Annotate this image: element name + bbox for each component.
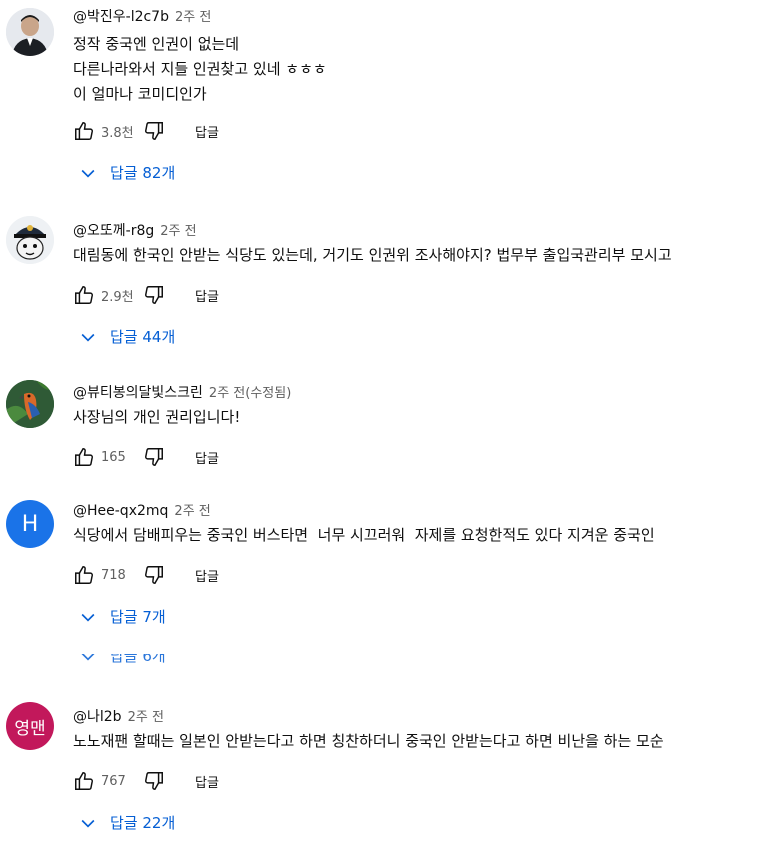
view-replies-button[interactable]: 답글 44개 <box>78 326 175 347</box>
comment-time[interactable]: 2주 전(수정됨) <box>209 386 291 401</box>
person-photo-icon <box>6 8 54 56</box>
chevron-down-icon <box>81 613 95 622</box>
author-line: @오또께-r8g 2주 전 <box>73 220 197 240</box>
reply-button[interactable]: 답글 <box>195 286 219 305</box>
like-count: 165 <box>101 449 126 465</box>
like-icon[interactable] <box>73 446 95 468</box>
comment-text: 정작 중국엔 인권이 없는데 다른나라와서 지들 인권찾고 있네 ㅎㅎㅎ 이 얼… <box>73 35 327 103</box>
comment-actions: 165 답글 <box>73 445 219 469</box>
reply-button[interactable]: 답글 <box>195 772 219 791</box>
dislike-icon[interactable] <box>143 284 165 306</box>
author-line: @Hee-qx2mq 2주 전 <box>73 500 211 519</box>
replies-label: 답글 22개 <box>110 814 176 832</box>
dislike-icon[interactable] <box>143 564 165 586</box>
like-icon[interactable] <box>73 770 95 792</box>
avatar[interactable] <box>6 380 54 428</box>
chevron-down-icon <box>81 819 95 828</box>
avatar[interactable]: 영맨 <box>6 702 54 750</box>
view-replies-button[interactable]: 답글 22개 <box>78 812 175 833</box>
author-line: @나l2b 2주 전 <box>73 706 164 726</box>
like-count: 767 <box>101 773 126 789</box>
like-icon[interactable] <box>73 284 95 306</box>
parrot-photo-icon <box>6 380 54 428</box>
author-name[interactable]: @오또께-r8g <box>73 223 154 239</box>
replies-label: 답글 82개 <box>110 164 176 182</box>
replies-label: 답글 7개 <box>110 608 166 626</box>
author-line: @박진우-l2c7b 2주 전 <box>73 6 211 26</box>
comment-time[interactable]: 2주 전 <box>175 10 211 25</box>
author-name[interactable]: @뷰티봉의달빛스크린 <box>73 385 203 401</box>
dislike-icon[interactable] <box>143 446 165 468</box>
avatar[interactable] <box>6 8 54 56</box>
comment-text: 노노재팬 할때는 일본인 안받는다고 하면 칭찬하더니 중국인 안받는다고 하면… <box>73 732 664 750</box>
comment-time[interactable]: 2주 전 <box>128 710 164 725</box>
like-count: 718 <box>101 567 126 583</box>
comment-time[interactable]: 2주 전 <box>160 224 196 239</box>
chevron-down-icon <box>81 169 95 178</box>
avatar-letter: 영맨 <box>14 718 46 739</box>
comment-actions: 718 답글 <box>73 563 219 587</box>
reply-button[interactable]: 답글 <box>195 122 219 141</box>
comment-text: 식당에서 담배피우는 중국인 버스타면 너무 시끄러워 자제를 요청한적도 있다… <box>73 526 655 544</box>
police-character-icon <box>6 216 54 264</box>
author-name[interactable]: @나l2b <box>73 709 122 725</box>
comment-actions: 3.8천 답글 <box>73 119 219 143</box>
author-name[interactable]: @박진우-l2c7b <box>73 9 169 25</box>
comment-actions: 767 답글 <box>73 769 219 793</box>
comment-time[interactable]: 2주 전 <box>174 504 210 519</box>
avatar[interactable]: H <box>6 500 54 548</box>
author-name[interactable]: @Hee-qx2mq <box>73 503 168 519</box>
clipped-replies-row: 답글 6개 <box>78 654 178 668</box>
replies-label: 답글 6개 <box>110 654 166 665</box>
avatar[interactable] <box>6 216 54 264</box>
reply-button[interactable]: 답글 <box>195 448 219 467</box>
like-icon[interactable] <box>73 564 95 586</box>
view-replies-button[interactable]: 답글 82개 <box>78 162 175 183</box>
replies-label: 답글 44개 <box>110 328 176 346</box>
dislike-icon[interactable] <box>143 120 165 142</box>
comment-actions: 2.9천 답글 <box>73 283 219 307</box>
like-count: 2.9천 <box>101 289 134 305</box>
like-count: 3.8천 <box>101 125 134 141</box>
chevron-down-icon <box>81 654 95 661</box>
chevron-down-icon <box>81 333 95 342</box>
comment-text: 대림동에 한국인 안받는 식당도 있는데, 거기도 인권위 조사해야지? 법무부… <box>73 246 672 264</box>
view-replies-button[interactable]: 답글 7개 <box>78 606 166 627</box>
author-line: @뷰티봉의달빛스크린 2주 전(수정됨) <box>73 382 291 402</box>
like-icon[interactable] <box>73 120 95 142</box>
comment-text: 사장님의 개인 권리입니다! <box>73 408 241 426</box>
dislike-icon[interactable] <box>143 770 165 792</box>
reply-button[interactable]: 답글 <box>195 566 219 585</box>
avatar-letter: H <box>21 511 39 537</box>
